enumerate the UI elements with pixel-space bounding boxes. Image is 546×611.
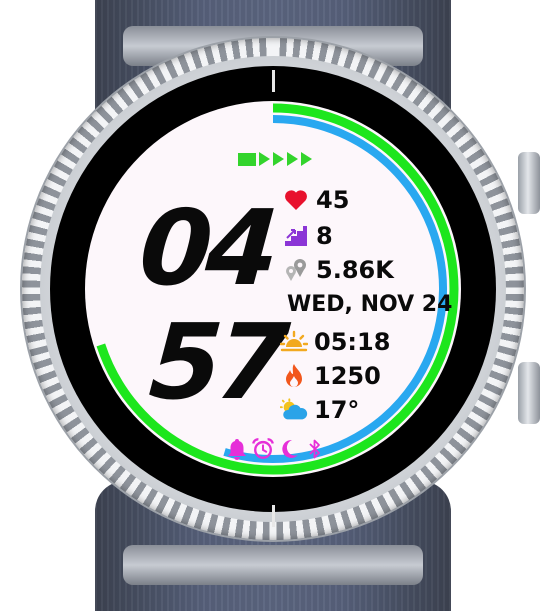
battery-chevron-4 — [301, 152, 312, 166]
bell-icon — [226, 436, 248, 462]
battery-chevron-3 — [287, 152, 298, 166]
temperature-value: 17° — [314, 396, 360, 424]
date-row: WED, NOV 24 — [287, 291, 452, 319]
bezel-tick-top — [272, 70, 275, 92]
partly-cloudy-icon — [280, 396, 308, 424]
battery-indicator — [238, 151, 312, 167]
time-minutes: 57 — [145, 301, 287, 423]
sunrise-value: 05:18 — [314, 328, 391, 356]
status-icons-row — [226, 436, 326, 462]
watch-side-button-lower[interactable] — [518, 362, 540, 424]
bezel-tick-bottom — [272, 505, 275, 527]
flame-icon — [280, 362, 308, 390]
floors-row: 8 — [282, 222, 333, 250]
alarm-clock-icon — [252, 436, 274, 462]
date-value: WED, NOV 24 — [287, 292, 453, 317]
watch-side-button-upper[interactable] — [518, 152, 540, 214]
heart-rate-row: 45 — [282, 186, 349, 214]
distance-value: 5.86K — [316, 256, 394, 284]
battery-bar — [238, 152, 256, 166]
sunrise-row: 05:18 — [280, 328, 390, 356]
moon-icon — [278, 436, 300, 462]
watch-preview: 04 57 45 8 5.86K WED, NOV 24 05:18 1250 … — [0, 0, 546, 611]
heart-rate-value: 45 — [316, 186, 350, 214]
battery-chevron-2 — [273, 152, 284, 166]
calories-row: 1250 — [280, 362, 381, 390]
sunrise-icon — [280, 328, 308, 356]
battery-chevron-1 — [259, 152, 270, 166]
distance-row: 5.86K — [282, 256, 394, 284]
calories-value: 1250 — [314, 362, 381, 390]
floors-value: 8 — [316, 222, 333, 250]
heart-icon — [282, 186, 310, 214]
bluetooth-icon — [304, 436, 326, 462]
location-pin-icon — [282, 256, 310, 284]
time-hours: 04 — [135, 187, 277, 309]
weather-row: 17° — [280, 396, 359, 424]
watch-lug-bottom — [123, 545, 423, 585]
stairs-icon — [282, 222, 310, 250]
